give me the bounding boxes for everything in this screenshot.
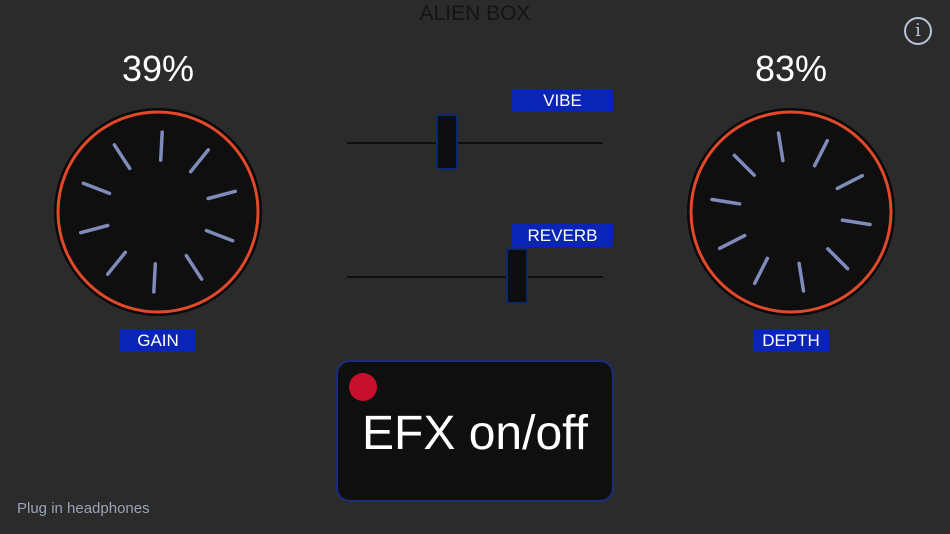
- info-icon: i: [915, 20, 921, 41]
- depth-knob-ring: [689, 110, 893, 314]
- status-message: Plug in headphones: [17, 500, 150, 517]
- app-screen: ALIEN BOX i 39% GAIN 83% DEPTH VIBE REVE…: [0, 0, 950, 534]
- depth-percent: 83%: [754, 48, 828, 89]
- gain-knob-tick: [158, 130, 164, 162]
- efx-toggle-label: EFX on/off: [362, 407, 588, 460]
- gain-label: GAIN: [120, 329, 196, 352]
- app-title: ALIEN BOX: [419, 2, 531, 25]
- depth-knob[interactable]: [685, 106, 897, 318]
- gain-knob-ring: [56, 110, 260, 314]
- reverb-slider-thumb[interactable]: [506, 248, 529, 304]
- gain-knob-graphic: [54, 108, 262, 316]
- gain-percent: 39%: [121, 48, 195, 89]
- record-indicator-icon: [349, 373, 377, 401]
- efx-toggle-button[interactable]: EFX on/off: [336, 360, 614, 502]
- vibe-slider[interactable]: [347, 114, 603, 172]
- info-button[interactable]: i: [904, 17, 932, 45]
- vibe-slider-thumb[interactable]: [435, 114, 458, 170]
- reverb-slider[interactable]: [347, 248, 603, 306]
- gain-knob-tick: [152, 262, 158, 294]
- vibe-slider-track: [347, 142, 603, 144]
- reverb-label: REVERB: [512, 224, 613, 247]
- gain-knob[interactable]: [52, 106, 264, 318]
- depth-knob-graphic: [687, 108, 895, 316]
- reverb-slider-track: [347, 276, 603, 278]
- vibe-label: VIBE: [512, 89, 613, 112]
- depth-label: DEPTH: [753, 329, 829, 352]
